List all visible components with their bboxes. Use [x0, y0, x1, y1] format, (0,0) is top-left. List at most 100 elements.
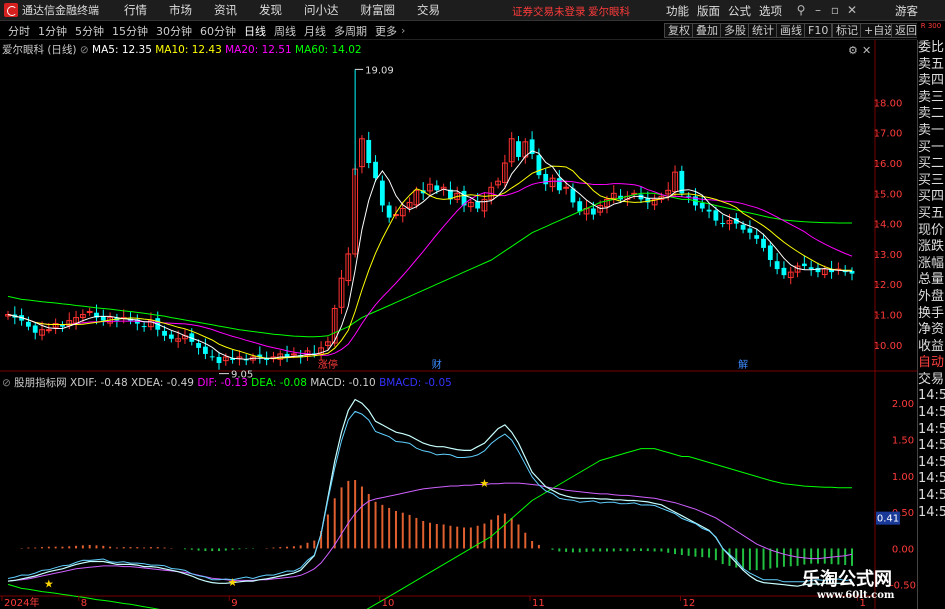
side-panel-item[interactable]: 14:56 [918, 471, 945, 488]
current-stock-link[interactable]: 爱尔眼科 [588, 4, 630, 19]
time-tick-label: 11 [532, 598, 545, 609]
side-panel-item[interactable]: 现价 [918, 223, 945, 240]
guest-label[interactable]: 游客 [895, 3, 918, 19]
menu-discover[interactable]: 发现 [259, 2, 282, 18]
menu-market[interactable]: 市场 [169, 2, 192, 18]
side-panel-item[interactable]: 卖二 [918, 106, 945, 123]
candle-body-down [536, 155, 542, 176]
side-panel-item[interactable]: 涨幅 [918, 256, 945, 273]
settings-gear-icon[interactable]: ⚙ [848, 44, 858, 57]
candle-body-down [686, 195, 692, 197]
menu-ask[interactable]: 问小达 [304, 2, 339, 18]
close-icon[interactable]: ✕ [846, 4, 858, 16]
indicator-dropdown-icon[interactable]: ⊘ [2, 377, 11, 389]
dea-label: DEA: -0.08 [251, 377, 307, 389]
side-panel-item[interactable]: 卖五 [918, 57, 945, 74]
side-panel-item[interactable]: 买三 [918, 173, 945, 190]
side-panel-item[interactable]: 交易 [918, 372, 945, 389]
multi-stock-button[interactable]: 多股 [720, 23, 750, 38]
dif-label: DIF: -0.13 [197, 377, 248, 389]
side-panel-item[interactable]: 换手 [918, 306, 945, 323]
time-tick-label: 10 [382, 598, 395, 609]
broker-login-status[interactable]: 证券交易未登录 [512, 4, 586, 19]
period-more[interactable]: 更多 [371, 23, 401, 39]
period-30m[interactable]: 30分钟 [152, 23, 196, 39]
menu-news[interactable]: 资讯 [214, 2, 237, 18]
side-panel-item[interactable]: 外盘 [918, 289, 945, 306]
period-1m[interactable]: 1分钟 [34, 23, 71, 39]
draw-button[interactable]: 画线 [776, 23, 806, 38]
candle-body-down [706, 209, 712, 212]
stats-button[interactable]: 统计 [748, 23, 778, 38]
price-tick-label: 12.00 [874, 280, 903, 291]
menu-formula[interactable]: 公式 [728, 3, 751, 19]
candle-body-down [100, 316, 106, 321]
macd-tick-label: 0.00 [892, 544, 914, 555]
candle-body-up [290, 353, 297, 356]
period-multi[interactable]: 多周期 [330, 23, 371, 39]
watermark-title: 乐淘公式网 [802, 569, 892, 590]
overlay-button[interactable]: 叠加 [692, 23, 722, 38]
menu-functions[interactable]: 功能 [666, 3, 689, 19]
time-tick-label: 8 [81, 598, 87, 609]
menu-layout[interactable]: 版面 [697, 3, 720, 19]
period-tick[interactable]: 分时 [4, 23, 34, 39]
menu-quotes[interactable]: 行情 [124, 2, 147, 18]
side-panel-item[interactable]: 买五 [918, 206, 945, 223]
period-60m[interactable]: 60分钟 [196, 23, 240, 39]
candle-body-down [379, 180, 385, 206]
side-panel-item[interactable]: 14:56 [918, 505, 945, 522]
side-panel-item[interactable]: 14:56 [918, 438, 945, 455]
period-daily[interactable]: 日线 [240, 23, 270, 39]
menu-trade[interactable]: 交易 [417, 2, 440, 18]
right-panel-corner[interactable]: R 300 [917, 22, 945, 40]
event-label: 涨停 [318, 358, 338, 371]
side-panel-item[interactable]: 涨跌 [918, 239, 945, 256]
chevron-right-icon[interactable]: › [401, 24, 405, 37]
side-panel-item[interactable]: 14:56 [918, 388, 945, 405]
side-panel-item[interactable]: 委比 [918, 40, 945, 57]
signal-star-icon: ★ [44, 577, 54, 590]
period-5m[interactable]: 5分钟 [71, 23, 108, 39]
side-panel-item[interactable]: 卖三 [918, 90, 945, 107]
legend-dropdown-icon[interactable]: ⊘ [80, 44, 89, 56]
side-panel-item[interactable]: 总量 [918, 272, 945, 289]
side-panel-item[interactable]: 14:56 [918, 488, 945, 505]
adjust-button[interactable]: 复权 [664, 23, 694, 38]
mark-button[interactable]: 标记 [832, 23, 862, 38]
candle-body-down [60, 324, 65, 327]
candle-body-down [366, 140, 372, 164]
macd-value-marker-label: 0.41 [877, 514, 899, 525]
candle-body-down [740, 224, 746, 230]
chart-area[interactable]: 19.099.05涨停财解 ★ ★★ 18.0017.0016.0015.0014… [0, 40, 917, 609]
side-panel-item[interactable]: 净资 [918, 322, 945, 339]
side-panel-item[interactable]: 14:56 [918, 405, 945, 422]
price-tick-label: 17.00 [874, 129, 903, 140]
f10-button[interactable]: F10 [804, 23, 833, 38]
side-panel-item[interactable]: 卖四 [918, 73, 945, 90]
period-weekly[interactable]: 周线 [270, 23, 300, 39]
period-monthly[interactable]: 月线 [300, 23, 330, 39]
panel-close-icon[interactable]: ✕ [862, 44, 871, 57]
side-panel-item[interactable]: 买一 [918, 140, 945, 157]
candle-body-down [761, 238, 766, 248]
side-panel-item[interactable]: 买二 [918, 156, 945, 173]
ma5-label: MA5: 12.35 [92, 44, 152, 56]
candle-body-down [808, 267, 814, 270]
side-panel-item[interactable]: 卖一 [918, 123, 945, 140]
side-panel-item[interactable]: 14:56 [918, 455, 945, 472]
support-icon[interactable]: ⚲ [795, 4, 807, 16]
candle-body-down [720, 223, 726, 225]
period-15m[interactable]: 15分钟 [108, 23, 152, 39]
menu-wealth[interactable]: 财富圈 [361, 2, 396, 18]
side-panel-item[interactable]: 14:56 [918, 422, 945, 439]
minimize-icon[interactable]: – [812, 4, 824, 16]
side-panel-item[interactable]: 收益 [918, 339, 945, 356]
candle-body-down [713, 210, 719, 221]
ma60-label: MA60: 14.02 [295, 44, 362, 56]
side-panel-item[interactable]: 买四 [918, 189, 945, 206]
menu-options[interactable]: 选项 [759, 3, 782, 19]
ma20-label: MA20: 12.51 [225, 44, 292, 56]
side-panel-item[interactable]: 自动 [918, 355, 945, 372]
maximize-icon[interactable]: ▫ [829, 4, 841, 16]
